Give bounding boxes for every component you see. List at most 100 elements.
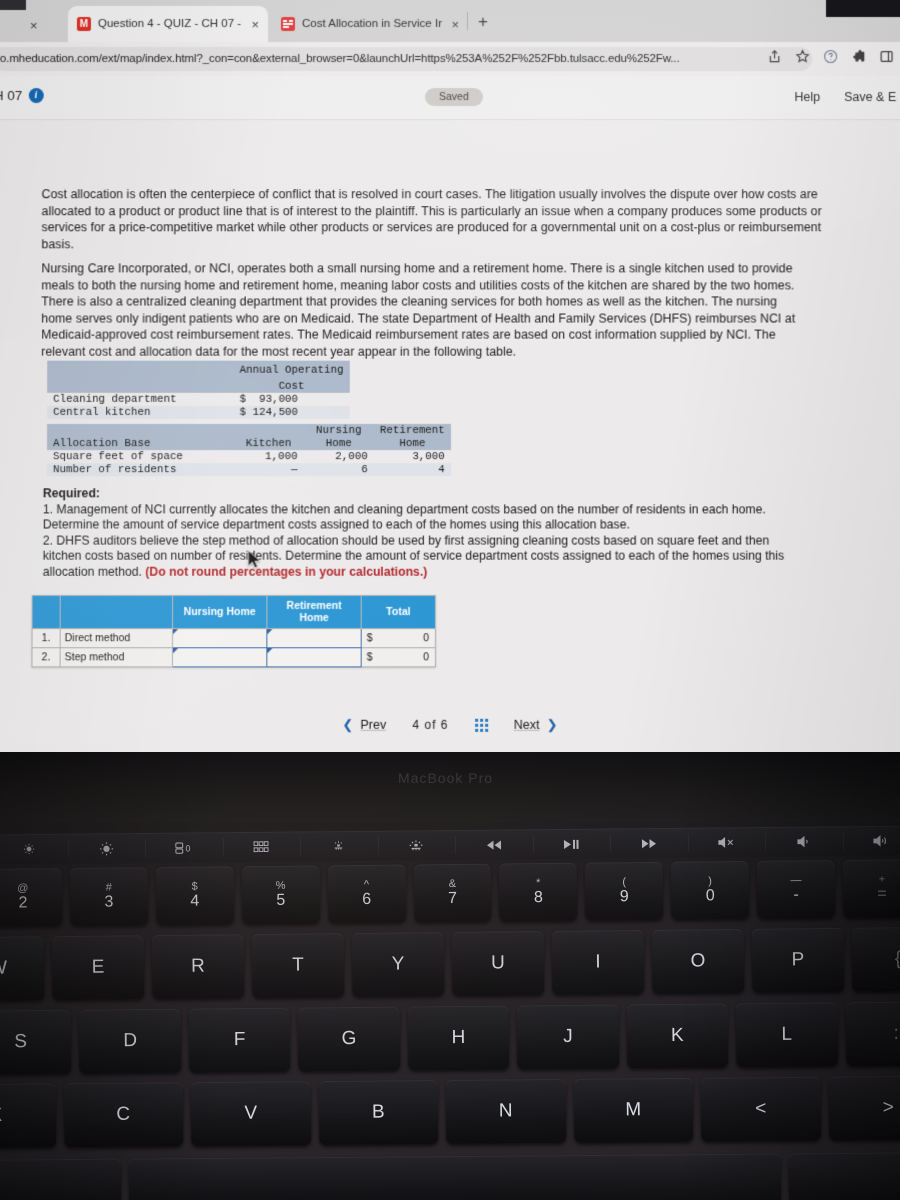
help-circle-icon[interactable] <box>823 49 838 64</box>
key-o[interactable]: O <box>651 928 745 994</box>
key-comma[interactable]: < <box>700 1076 821 1142</box>
key-semicolon[interactable]: : <box>845 1001 900 1067</box>
key-c-label: C <box>116 1103 131 1125</box>
key-w[interactable]: W <box>0 936 45 1002</box>
key-m[interactable]: M <box>573 1077 694 1143</box>
key-0[interactable]: ) 0 <box>670 860 750 920</box>
key-equals[interactable]: + = <box>842 859 900 918</box>
browser-tab-1[interactable]: Question 4 - QUIZ - CH 07 - C × <box>67 5 268 43</box>
grid-menu-icon[interactable] <box>474 718 488 732</box>
laptop-screen: × Question 4 - QUIZ - CH 07 - C × Cost A… <box>0 0 900 756</box>
info-icon[interactable]: i <box>28 88 44 104</box>
key-2[interactable]: @2 <box>0 868 63 927</box>
key-b[interactable]: B <box>318 1080 439 1146</box>
key-p[interactable]: P <box>751 927 845 993</box>
share-icon[interactable] <box>767 49 782 64</box>
help-link[interactable]: Help <box>794 90 820 104</box>
volume-down-icon[interactable] <box>765 828 843 855</box>
key-5[interactable]: % 5 <box>241 865 320 925</box>
tab-stub-close-icon[interactable]: × <box>30 18 38 33</box>
launchpad-icon[interactable] <box>222 833 300 860</box>
address-input[interactable]: o.mheducation.com/ext/map/index.html?_co… <box>0 47 813 72</box>
key-c[interactable]: C <box>63 1082 184 1148</box>
header-actions: Help Save & E <box>794 90 896 104</box>
key-6[interactable]: ^ 6 <box>327 864 406 924</box>
key-l-label: L <box>781 1023 793 1045</box>
key-t[interactable]: T <box>251 933 345 999</box>
key-i[interactable]: I <box>551 929 645 995</box>
bookmark-star-icon[interactable] <box>795 49 810 64</box>
mission-control-icon[interactable]: 0 <box>145 834 223 861</box>
key-d[interactable]: D <box>79 1008 182 1074</box>
key-5-main: 5 <box>276 891 286 909</box>
sidebar-panel-icon[interactable] <box>879 49 894 64</box>
key-l[interactable]: L <box>735 1002 838 1068</box>
keyboard-brightness-down-icon[interactable] <box>300 833 378 860</box>
next-question-button[interactable]: Next ❯ <box>514 717 558 733</box>
key-bracket-left[interactable]: { <box>851 926 900 992</box>
key-3[interactable]: #3 <box>69 867 149 927</box>
key-k[interactable]: K <box>626 1003 729 1069</box>
key-s[interactable]: S <box>0 1009 72 1075</box>
allocation-header-kitchen-blank <box>233 423 304 438</box>
play-pause-icon[interactable] <box>532 831 610 858</box>
key-8[interactable]: * 8 <box>499 862 578 922</box>
key-h[interactable]: H <box>407 1005 510 1071</box>
question-counter: 4 of 6 <box>412 718 448 732</box>
key-g[interactable]: G <box>298 1006 401 1072</box>
key-comma-label: < <box>755 1098 767 1120</box>
key-minus[interactable]: — - <box>756 859 836 919</box>
key-0-main: 0 <box>705 887 715 905</box>
key-e-label: E <box>91 956 105 978</box>
key-period[interactable]: > <box>828 1075 900 1141</box>
key-r[interactable]: R <box>151 934 245 1000</box>
allocation-header-row-1: Nursing Retirement <box>47 423 451 438</box>
key-f-label: F <box>233 1029 246 1051</box>
key-k-label: K <box>670 1024 684 1046</box>
answer-row-0-nursing-input[interactable] <box>172 628 267 648</box>
key-4[interactable]: $4 <box>155 866 235 926</box>
volume-up-icon[interactable] <box>842 828 900 855</box>
key-v[interactable]: V <box>190 1081 311 1147</box>
allocation-row-1-kitchen: — <box>233 463 304 477</box>
answer-row-1-total: $ 0 <box>361 647 436 667</box>
answer-row-1-retirement-input[interactable] <box>266 647 362 667</box>
fast-forward-icon[interactable] <box>610 830 688 857</box>
key-modifier-left[interactable] <box>0 1158 121 1200</box>
key-9[interactable]: (9 <box>585 861 664 921</box>
mute-icon[interactable] <box>687 829 765 856</box>
save-and-exit-button[interactable]: Save & E <box>844 90 896 104</box>
keyboard-brightness-up-icon[interactable] <box>377 832 455 859</box>
brightness-up-icon[interactable] <box>67 835 145 862</box>
key-minus-main: - <box>793 886 799 904</box>
browser-tab-1-close-icon[interactable]: × <box>251 17 259 32</box>
browser-tab-2-close-icon[interactable]: × <box>451 17 459 32</box>
browser-tab-2[interactable]: Cost Allocation in Service Ind × <box>272 6 468 42</box>
prev-question-button[interactable]: ❮ Prev <box>342 717 386 733</box>
key-u[interactable]: U <box>451 930 545 996</box>
key-7[interactable]: & 7 <box>413 863 492 923</box>
browser-url-bar: o.mheducation.com/ext/map/index.html?_co… <box>0 42 900 77</box>
key-space[interactable] <box>128 1153 782 1200</box>
new-tab-button[interactable]: + <box>478 12 488 32</box>
key-e[interactable]: E <box>51 935 145 1001</box>
key-modifier-right[interactable] <box>789 1152 900 1200</box>
key-n[interactable]: N <box>445 1078 566 1144</box>
brightness-down-icon[interactable] <box>0 836 68 863</box>
browser-toolbar-icons <box>767 49 894 64</box>
rewind-icon[interactable] <box>455 831 533 858</box>
extensions-puzzle-icon[interactable] <box>851 49 866 64</box>
answer-row-0-retirement-input[interactable] <box>266 628 362 648</box>
touch-bar[interactable]: 0 <box>0 825 900 865</box>
laptop-hinge: MacBook Pro <box>0 752 900 822</box>
key-x[interactable]: X <box>0 1083 56 1149</box>
bezel-top-left <box>0 0 27 11</box>
key-y[interactable]: Y <box>351 932 445 998</box>
key-j[interactable]: J <box>516 1004 619 1070</box>
key-f[interactable]: F <box>188 1007 291 1073</box>
question-pager: ❮ Prev 4 of 6 Next ❯ <box>0 708 900 742</box>
prev-label: Prev <box>360 717 387 732</box>
answer-row-1-nursing-input[interactable] <box>172 647 267 667</box>
key-2-main: 2 <box>18 894 28 912</box>
keyboard-qwerty-row: W E R T Y U I O P { <box>0 926 900 1003</box>
